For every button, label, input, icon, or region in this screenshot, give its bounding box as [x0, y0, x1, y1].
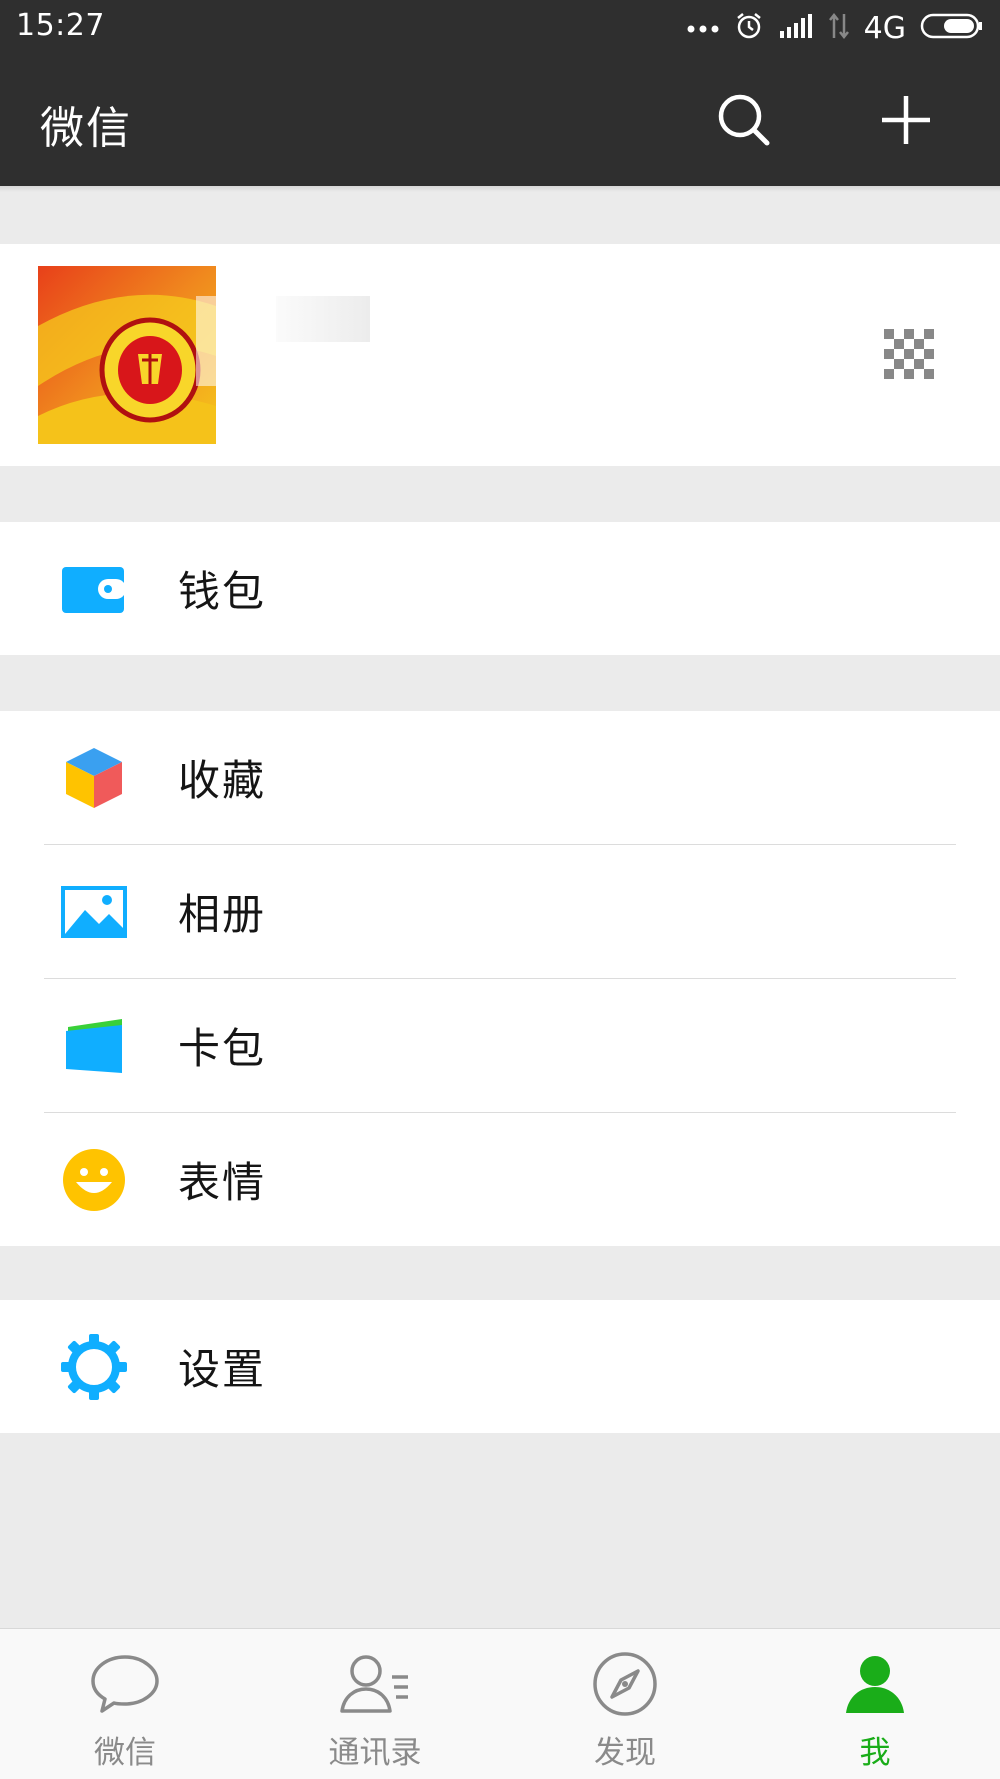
page-title: 微信 — [40, 103, 132, 154]
signal-icon — [778, 13, 814, 43]
settings-section: 设置 — [0, 1300, 1000, 1433]
data-arrows-icon — [828, 12, 850, 44]
album-icon — [60, 878, 128, 946]
plus-icon — [880, 94, 932, 150]
tab-label: 发现 — [594, 1735, 656, 1771]
menu-item-stickers[interactable]: 表情 — [0, 1113, 1000, 1246]
menu-item-card-pack[interactable]: 卡包 — [0, 979, 1000, 1112]
contacts-icon — [337, 1649, 413, 1719]
search-button[interactable] — [706, 84, 782, 160]
menu-item-album[interactable]: 相册 — [0, 845, 1000, 978]
menu-item-label: 钱包 — [178, 567, 267, 616]
app-bar-shadow — [0, 186, 1000, 192]
app-bar: 微信 — [0, 58, 1000, 186]
tab-discover[interactable]: 发现 — [500, 1629, 750, 1779]
add-button[interactable] — [868, 84, 944, 160]
menu-item-label: 相册 — [178, 890, 267, 939]
wallet-section: 钱包 — [0, 522, 1000, 655]
profile-name-redacted — [276, 296, 370, 342]
smiley-icon — [60, 1146, 128, 1214]
tab-label: 通讯录 — [328, 1735, 422, 1771]
chat-bubble-icon — [87, 1649, 163, 1719]
card-pack-icon — [60, 1012, 128, 1080]
menu-item-label: 表情 — [178, 1158, 267, 1207]
wallet-icon — [60, 555, 128, 623]
gear-icon — [60, 1333, 128, 1401]
more-dots-icon — [686, 19, 720, 38]
menu-item-favorites[interactable]: 收藏 — [0, 711, 1000, 844]
alarm-icon — [734, 11, 764, 45]
menu-item-wallet[interactable]: 钱包 — [0, 522, 1000, 655]
tab-contacts[interactable]: 通讯录 — [250, 1629, 500, 1779]
status-bar: 15:27 4G — [0, 0, 1000, 58]
tab-me[interactable]: 我 — [750, 1629, 1000, 1779]
cube-icon — [60, 744, 128, 812]
menu-item-settings[interactable]: 设置 — [0, 1300, 1000, 1433]
menu-item-label: 设置 — [178, 1345, 267, 1394]
avatar[interactable] — [38, 266, 216, 444]
menu-item-label: 卡包 — [178, 1024, 267, 1073]
battery-icon — [920, 12, 984, 44]
tab-label: 我 — [859, 1735, 891, 1771]
tools-section: 收藏 相册 卡包 表情 — [0, 711, 1000, 1246]
status-icons: 4G — [686, 8, 984, 48]
compass-icon — [587, 1649, 663, 1719]
tab-label: 微信 — [94, 1735, 156, 1771]
tab-chats[interactable]: 微信 — [0, 1629, 250, 1779]
bottom-tab-bar: 微信 通讯录 发现 我 — [0, 1628, 1000, 1779]
menu-item-label: 收藏 — [178, 756, 267, 805]
person-icon — [837, 1649, 913, 1719]
network-type: 4G — [863, 10, 906, 46]
qr-code-icon[interactable] — [884, 329, 934, 379]
status-time: 15:27 — [16, 8, 105, 43]
search-icon — [716, 92, 772, 152]
profile-card[interactable] — [0, 244, 1000, 466]
